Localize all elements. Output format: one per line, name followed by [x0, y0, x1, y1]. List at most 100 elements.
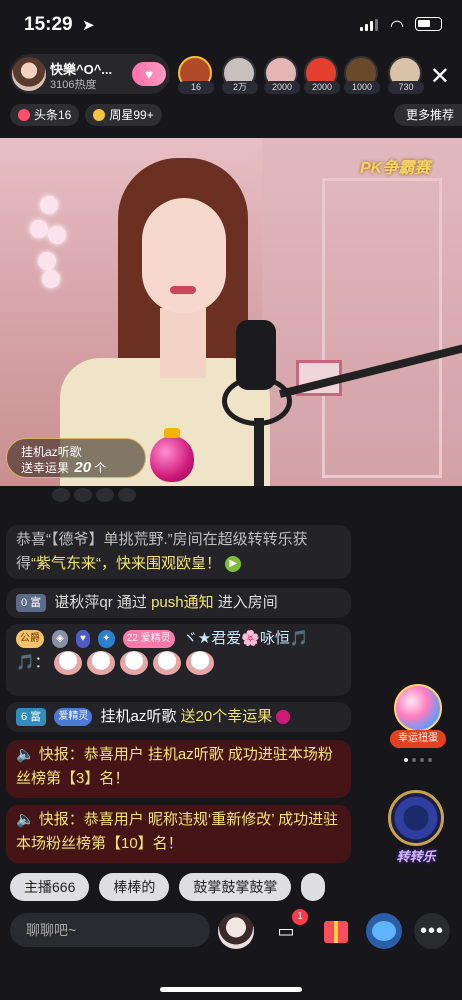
speaker-icon: 🔈 [16, 811, 35, 828]
viewer-count: 2000 [264, 81, 300, 94]
pet-emoji-icon [53, 651, 82, 676]
entry-action: 进入房间 [217, 594, 278, 611]
spin-wheel-label: 转转乐 [396, 849, 436, 864]
gift-icon [324, 921, 348, 943]
gift-sender: 挂机az听歌 [21, 445, 82, 459]
gift-message[interactable]: 6 富 爱精灵 挂机az听歌 送20个幸运果 [6, 702, 351, 732]
entry-user[interactable]: 谌秋萍qr [54, 594, 112, 611]
star-medal-icon: ✦ [98, 630, 115, 649]
fan-nickname[interactable]: ヾ★君爱🌸咏恒🎵 [183, 630, 309, 647]
arrow-right-icon[interactable]: ▶ [225, 556, 242, 573]
star-coin-icon [93, 109, 106, 121]
viewer-avatar-1[interactable]: 16 [178, 56, 214, 94]
lucky-fruit-icon [150, 428, 194, 482]
gift-count: 20 [74, 459, 92, 476]
chat-input[interactable]: 聊聊吧~ [10, 913, 210, 947]
live-video[interactable]: PK争霸赛 挂机az听歌 送幸运果 20 个 [0, 138, 462, 486]
status-time: 15:29 [24, 14, 73, 35]
pk-logo: PK争霸赛 [360, 160, 431, 177]
viewer-count: 730 [388, 81, 424, 94]
spin-wheel-widget[interactable]: 转转乐 [384, 790, 448, 870]
gift-button[interactable] [318, 913, 354, 949]
viewer-avatar-6[interactable]: 730 [388, 56, 424, 94]
heart-medal-icon: ♥ [76, 630, 90, 649]
fan-badge: 爱精灵 [54, 708, 93, 727]
viewer-avatar-5[interactable]: 1000 [344, 56, 380, 94]
pet-emoji-icon [119, 651, 148, 676]
follow-heart-button[interactable]: ♥ [132, 62, 166, 86]
fan-level-badge: 22 爱精灵 [122, 630, 175, 649]
streamer-lips [170, 286, 196, 294]
more-recommend-button[interactable]: 更多推荐 [393, 104, 462, 126]
gift-action-text: 送20个幸运果 [180, 708, 273, 725]
entry-source: push通知 [151, 594, 214, 611]
more-options-icon[interactable]: ••• [414, 913, 450, 949]
viewer-avatar-2[interactable]: 2万 [222, 56, 258, 94]
gift-notification: 挂机az听歌 送幸运果 20 个 [6, 438, 146, 478]
viewer-count: 16 [178, 81, 214, 94]
gift-unit: 个 [94, 461, 107, 475]
news-text: 快报：恭喜用户 昵称违规‘重新修改’ 成功进驻本场粉丝榜第【10】名！ [16, 811, 339, 852]
news-flash[interactable]: 🔈 快报：恭喜用户 挂机az听歌 成功进驻本场粉丝榜第【3】名！ [6, 740, 351, 798]
video-door [322, 178, 442, 478]
entry-message[interactable]: 0 富 谌秋萍qr 通过 push通知 进入房间 [6, 588, 351, 618]
robot-icon [372, 921, 396, 941]
news-text: 快报：恭喜用户 挂机az听歌 成功进驻本场粉丝榜第【3】名！ [16, 746, 333, 787]
lucky-capsule-widget[interactable]: 幸运扭蛋 [390, 684, 446, 754]
gift-user[interactable]: 挂机az听歌 [101, 708, 177, 725]
status-bar: 15:29 ➤ ◠ [0, 0, 462, 50]
flower-decoration [30, 196, 70, 288]
assistant-button[interactable] [366, 913, 402, 949]
weekly-star-tag[interactable]: 周星99+ [85, 104, 162, 126]
battery-icon [415, 17, 442, 31]
wealth-level-badge: 0 富 [16, 594, 47, 613]
gift-detail: 送幸运果 20 个 [21, 459, 106, 476]
pet-emoji-icon [86, 651, 115, 676]
quick-reply-button[interactable]: 主播666 [10, 873, 90, 901]
shield-icon: ◈ [52, 630, 68, 649]
viewer-count: 1000 [344, 81, 380, 94]
wealth-level-badge: 6 富 [16, 708, 47, 727]
location-arrow-icon: ➤ [82, 17, 95, 34]
widget-pager [404, 758, 432, 762]
message-button[interactable]: ▭ 1 [268, 909, 308, 949]
rank-tags: 头条16 周星99+ [10, 104, 162, 126]
viewer-avatar-3[interactable]: 2000 [264, 56, 300, 94]
gift-action: 送幸运果 [21, 461, 70, 475]
fan-level-number: 22 [126, 633, 138, 645]
message-badge: 1 [292, 909, 308, 925]
microphone [236, 320, 276, 390]
fan-message-prefix: 🎵： [16, 654, 50, 671]
fan-club-name: 爱精灵 [140, 633, 171, 645]
noble-badge: 公爵 [16, 630, 44, 649]
entry-via: 通过 [116, 594, 147, 611]
pet-emoji-icon [185, 651, 214, 676]
faded-gift-icons [52, 488, 136, 502]
quick-reply-button[interactable]: 鼓掌鼓掌鼓掌 [179, 873, 292, 901]
host-heat: 3106热度 [50, 79, 97, 91]
speaker-icon: 🔈 [16, 746, 35, 763]
spin-wheel-icon [388, 790, 444, 846]
viewer-avatar-4[interactable]: 2000 [304, 56, 340, 94]
host-avatar[interactable] [12, 57, 46, 91]
close-icon[interactable]: ✕ [430, 62, 450, 91]
fan-message[interactable]: 公爵 ◈ ♥ ✦ 22 爱精灵 ヾ★君爱🌸咏恒🎵 🎵： [6, 624, 351, 696]
streamer-neck [160, 308, 206, 378]
quick-reply-button[interactable]: 棒棒的 [99, 873, 170, 901]
home-indicator [160, 987, 302, 992]
streamer-face [142, 198, 226, 313]
weekly-star-label: 周星99+ [109, 108, 154, 122]
user-avatar[interactable] [218, 913, 254, 949]
system-announcement[interactable]: 恭喜“【德爷】单挑荒野.”房间在超级转转乐获得“紫气东来“，快来围观欧皇！ ▶ [6, 525, 351, 579]
flame-icon [18, 109, 30, 121]
viewer-list: 16 2万 2000 2000 1000 730 [178, 54, 428, 94]
quick-reply-button-partial[interactable] [301, 873, 326, 901]
viewer-count: 2万 [222, 81, 258, 94]
quick-replies: 主播666 棒棒的 鼓掌鼓掌鼓掌 [10, 873, 326, 901]
news-flash[interactable]: 🔈 快报：恭喜用户 昵称违规‘重新修改’ 成功进驻本场粉丝榜第【10】名！ [6, 805, 351, 863]
lucky-capsule-label: 幸运扭蛋 [390, 730, 446, 748]
mic-stand [254, 418, 264, 486]
headline-tag[interactable]: 头条16 [10, 104, 80, 126]
pet-emoji-icon [152, 651, 181, 676]
cell-signal-icon [360, 19, 378, 31]
